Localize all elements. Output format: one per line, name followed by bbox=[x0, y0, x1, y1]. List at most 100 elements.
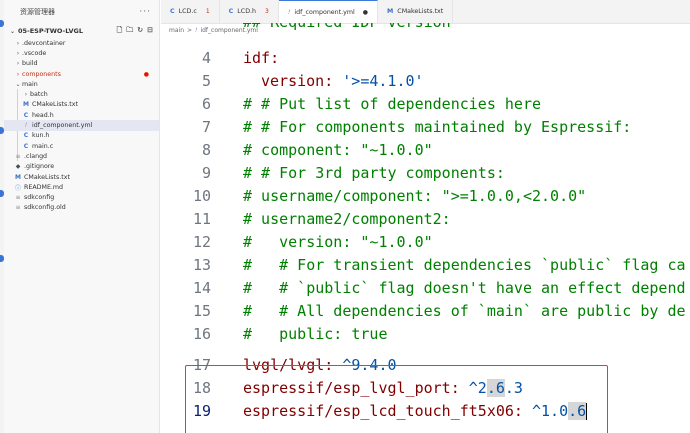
tree-folder-components[interactable]: › components ● bbox=[4, 69, 159, 79]
collapse-all-icon[interactable]: ⊟ bbox=[147, 26, 153, 37]
editor-tabs: C LCD.c 1 C LCD.h 3 ! idf_component.yml … bbox=[161, 0, 690, 24]
tree-item-label: CMakeLists.txt bbox=[32, 101, 78, 109]
problem-count-badge: 1 bbox=[205, 8, 210, 15]
code-line: 4 idf: bbox=[161, 46, 690, 69]
code-line: 13 # # For transient dependencies `publi… bbox=[161, 253, 690, 276]
tree-item-label: sdkconfig.old bbox=[24, 204, 66, 212]
code-line: 5 version: '>=4.1.0' bbox=[161, 69, 690, 92]
code-line: 9 # # For 3rd party components: bbox=[161, 161, 690, 184]
tree-item-label: main.c bbox=[32, 142, 54, 150]
code-editor[interactable]: ## Required IDF version 4 idf: 5 version… bbox=[161, 23, 690, 433]
tree-folder-vscode[interactable]: › .vscode bbox=[4, 48, 159, 58]
refresh-icon[interactable]: ↻ bbox=[137, 26, 143, 37]
code-line: 6 # # Put list of dependencies here bbox=[161, 92, 690, 115]
tab-label: CMakeLists.txt bbox=[397, 8, 444, 15]
code-line: 14 # # `public` flag doesn't have an eff… bbox=[161, 276, 690, 299]
line-number: 6 bbox=[201, 94, 211, 113]
code-text: # # All dependencies of `main` are publi… bbox=[243, 301, 686, 320]
c-file-icon: C bbox=[23, 142, 29, 150]
tree-item-label: .clangd bbox=[24, 152, 48, 160]
problem-count-badge: 3 bbox=[265, 8, 269, 15]
tree-item-label: .vscode bbox=[22, 49, 47, 57]
code-text: idf: bbox=[243, 48, 280, 67]
c-file-icon: C bbox=[23, 132, 29, 140]
tab-label: idf_component.yml bbox=[294, 8, 355, 16]
explorer-title: 资源管理器 bbox=[20, 8, 55, 16]
tree-file-main-c[interactable]: C main.c bbox=[4, 141, 159, 151]
tree-folder-batch[interactable]: › batch bbox=[4, 89, 159, 99]
tree-file-gitignore[interactable]: ◆ .gitignore bbox=[4, 162, 159, 172]
line-number: 12 bbox=[192, 232, 211, 251]
code-line: 15 # # All dependencies of `main` are pu… bbox=[161, 299, 690, 322]
git-file-icon: ◆ bbox=[15, 163, 21, 171]
tree-item-label: main bbox=[22, 80, 38, 88]
tree-item-label: CMakeLists.txt bbox=[24, 173, 70, 181]
code-line: 10 # username/component: ">=1.0.0,<2.0.0… bbox=[161, 184, 690, 207]
code-text: # username/component: ">=1.0.0,<2.0.0" bbox=[243, 186, 587, 205]
tree-item-label: build bbox=[22, 60, 38, 68]
line-number: 5 bbox=[201, 71, 211, 90]
code-text: ## Required IDF version bbox=[243, 23, 451, 31]
unsaved-dot-icon[interactable]: ● bbox=[363, 9, 368, 16]
explorer-sidebar: 资源管理器 ··· ⌄ 05-ESP-TWO-LVGL 🗋 🗀 ↻ ⊟ › .d… bbox=[4, 0, 160, 433]
cmake-file-icon: M bbox=[387, 8, 394, 15]
text-file-icon: ≡ bbox=[15, 152, 21, 160]
project-root[interactable]: ⌄ 05-ESP-TWO-LVGL 🗋 🗀 ↻ ⊟ bbox=[4, 24, 159, 38]
chevron-right-icon: › bbox=[24, 91, 28, 99]
tree-item-label: README.md bbox=[24, 183, 64, 191]
code-line: 12 # version: "~1.0.0" bbox=[161, 230, 690, 253]
yaml-file-icon: ! bbox=[287, 8, 291, 16]
cmake-file-icon: M bbox=[15, 173, 21, 181]
tree-file-readme[interactable]: ⓘ README.md bbox=[4, 182, 159, 192]
tree-file-idf-component[interactable]: ! idf_component.yml bbox=[4, 120, 159, 131]
tree-folder-main[interactable]: ⌄ main bbox=[4, 79, 159, 89]
tab-cmakelists[interactable]: M CMakeLists.txt bbox=[378, 0, 454, 23]
code-text: # # `public` flag doesn't have an effect… bbox=[243, 278, 686, 297]
code-text: version: '>=4.1.0' bbox=[261, 72, 424, 90]
line-number: 15 bbox=[192, 301, 211, 320]
chevron-right-icon: › bbox=[16, 70, 20, 78]
tree-item-label: idf_component.yml bbox=[32, 122, 93, 130]
tree-item-label: components bbox=[22, 70, 61, 78]
code-text: # # Put list of dependencies here bbox=[243, 94, 542, 113]
chevron-down-icon: ⌄ bbox=[15, 80, 21, 88]
tab-lcd-c[interactable]: C LCD.c 1 bbox=[161, 0, 220, 23]
tree-item-label: head.h bbox=[32, 111, 54, 119]
line-number: 8 bbox=[201, 140, 211, 159]
explorer-header: 资源管理器 ··· bbox=[4, 0, 159, 24]
tree-file-cmakelists[interactable]: M CMakeLists.txt bbox=[4, 100, 159, 110]
tree-folder-build[interactable]: › build bbox=[4, 59, 159, 69]
code-text: # component: "~1.0.0" bbox=[243, 140, 433, 159]
text-file-icon: ≡ bbox=[15, 204, 21, 212]
c-file-icon: C bbox=[170, 8, 175, 15]
code-line: ## Required IDF version bbox=[161, 23, 690, 44]
tree-item-label: .devcontainer bbox=[22, 39, 66, 47]
tree-file-kun-h[interactable]: C kun.h bbox=[4, 131, 159, 141]
line-number: 7 bbox=[201, 117, 211, 136]
tree-file-head-h[interactable]: C head.h bbox=[4, 110, 159, 120]
tab-lcd-h[interactable]: C LCD.h 3 bbox=[220, 0, 279, 23]
new-folder-icon[interactable]: 🗀 bbox=[126, 26, 133, 37]
tab-label: LCD.h bbox=[237, 8, 257, 15]
c-file-icon: C bbox=[23, 111, 29, 119]
new-file-icon[interactable]: 🗋 bbox=[117, 26, 123, 37]
more-actions-icon[interactable]: ··· bbox=[139, 7, 151, 17]
cmake-file-icon: M bbox=[23, 101, 29, 109]
c-file-icon: C bbox=[228, 8, 234, 15]
tab-idf-component[interactable]: ! idf_component.yml ● bbox=[278, 0, 379, 23]
tree-file-root-cmakelists[interactable]: M CMakeLists.txt bbox=[4, 172, 159, 182]
chevron-right-icon: › bbox=[16, 39, 20, 47]
info-file-icon: ⓘ bbox=[14, 184, 21, 192]
tree-file-sdkconfig[interactable]: ≡ sdkconfig bbox=[4, 192, 159, 202]
code-line: 7 # # For components maintained by Espre… bbox=[161, 115, 690, 138]
code-text: # # For transient dependencies `public` … bbox=[243, 255, 686, 274]
tree-file-sdkconfig-old[interactable]: ≡ sdkconfig.old bbox=[4, 203, 159, 213]
chevron-right-icon: › bbox=[16, 49, 20, 57]
tree-file-clangd[interactable]: ≡ .clangd bbox=[4, 151, 159, 161]
yaml-key: version: bbox=[261, 71, 343, 90]
tree-item-label: kun.h bbox=[32, 132, 50, 140]
tree-folder-devcontainer[interactable]: › .devcontainer bbox=[4, 38, 159, 48]
code-line: 11 # username2/component2: bbox=[161, 207, 690, 230]
line-number: 4 bbox=[201, 48, 211, 67]
code-line: 16 # public: true bbox=[161, 322, 690, 345]
